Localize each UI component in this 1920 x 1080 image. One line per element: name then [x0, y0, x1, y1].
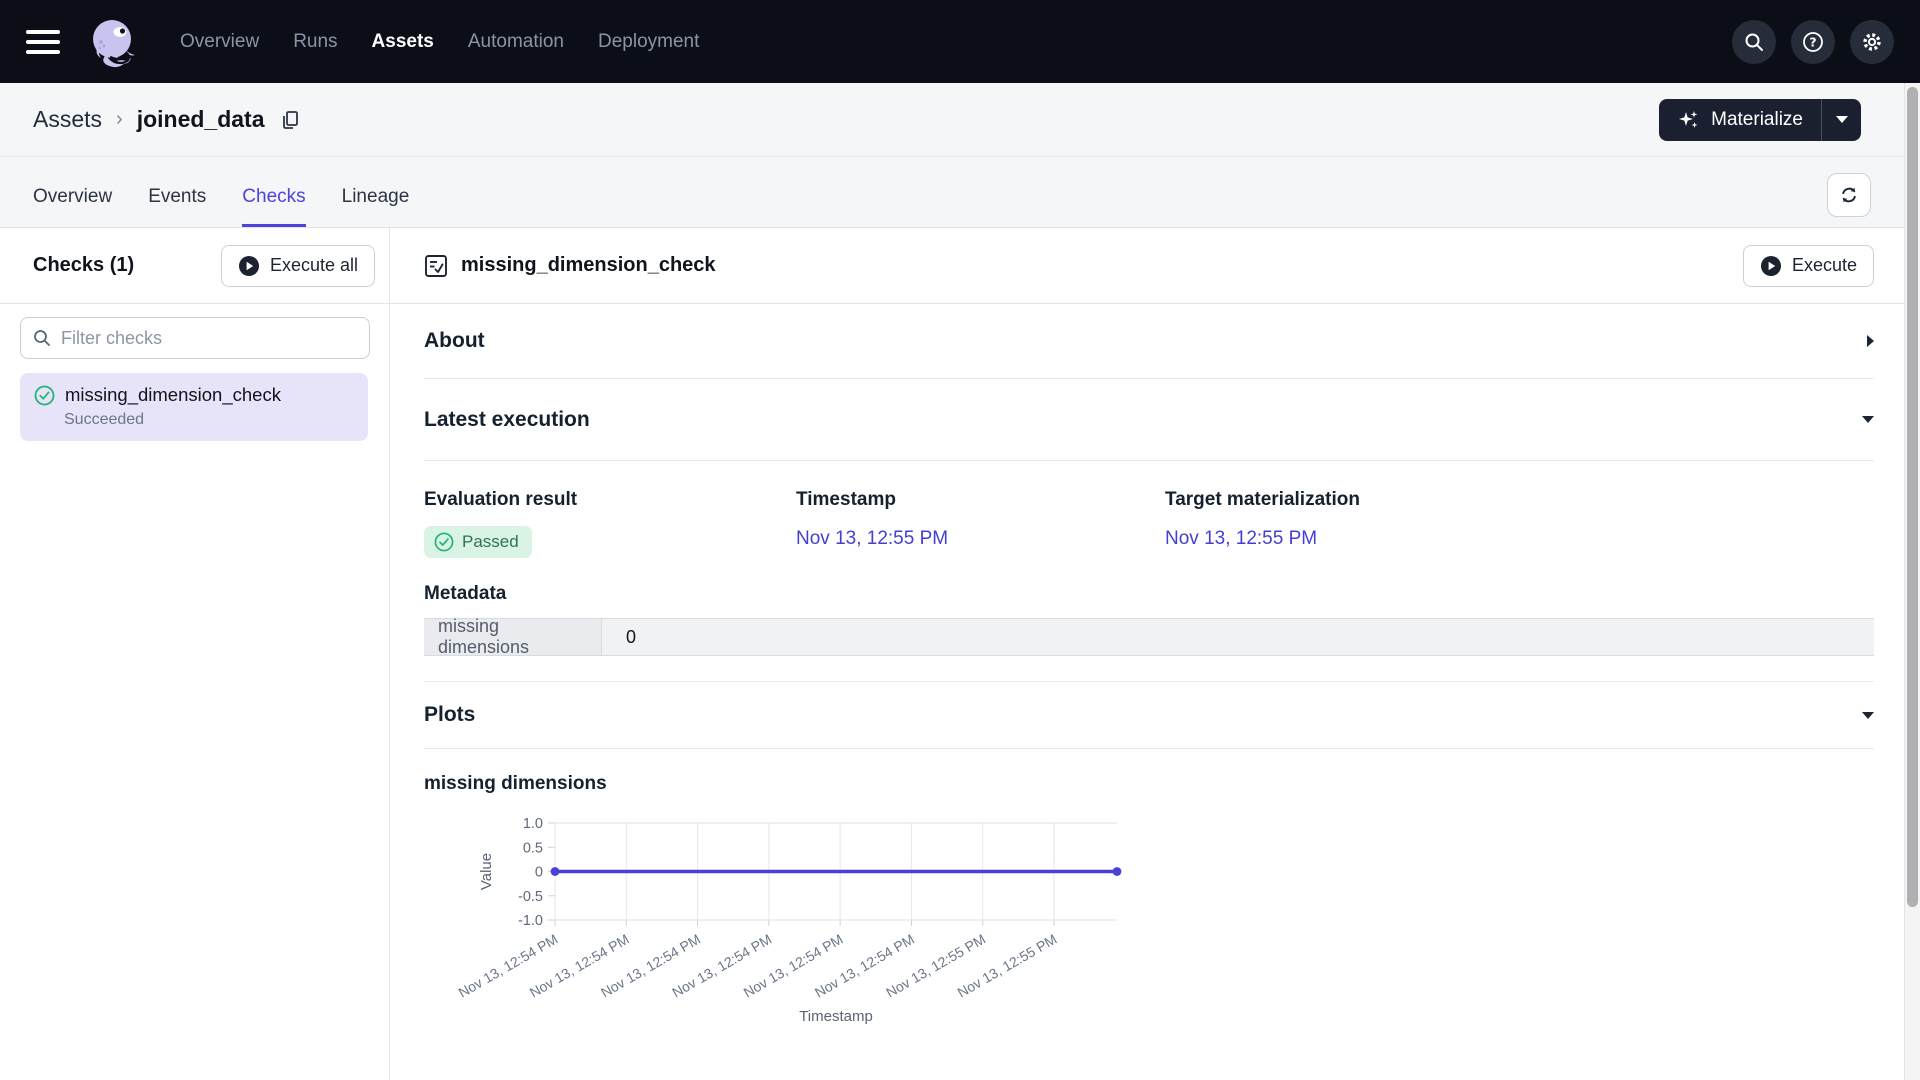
sparkles-icon — [1677, 108, 1701, 132]
svg-text:0.5: 0.5 — [523, 840, 543, 856]
check-title: missing_dimension_check — [461, 254, 716, 277]
breadcrumb: Assets › joined_data Materialize — [0, 83, 1920, 157]
nav-item-deployment[interactable]: Deployment — [598, 31, 699, 53]
tab-overview[interactable]: Overview — [33, 186, 112, 227]
metadata-table: missing dimensions 0 — [424, 618, 1874, 656]
status-badge: Passed — [424, 526, 532, 558]
latest-execution-heading: Latest execution — [424, 408, 590, 432]
refresh-button[interactable] — [1827, 173, 1871, 217]
line-chart-svg: 1.00.50-0.5-1.0Nov 13, 12:54 PMNov 13, 1… — [424, 809, 1204, 1044]
settings-button[interactable] — [1850, 20, 1894, 64]
check-success-icon — [434, 532, 454, 552]
materialize-label: Materialize — [1711, 109, 1803, 131]
check-success-icon — [34, 385, 55, 406]
svg-text:1.0: 1.0 — [523, 816, 543, 832]
materialize-dropdown-button[interactable] — [1821, 99, 1861, 141]
chevron-down-icon — [1862, 416, 1874, 423]
timestamp-label: Timestamp — [796, 489, 1165, 511]
help-icon: ? — [1801, 30, 1825, 54]
checks-sidebar: Checks (1) Execute all m — [0, 228, 390, 1080]
execute-button[interactable]: Execute — [1743, 245, 1874, 287]
search-button[interactable] — [1732, 20, 1776, 64]
nav-item-overview[interactable]: Overview — [180, 31, 259, 53]
about-heading: About — [424, 329, 485, 353]
nav-item-automation[interactable]: Automation — [468, 31, 564, 53]
search-icon — [1743, 31, 1765, 53]
gear-icon — [1860, 30, 1884, 54]
page-header: Assets › joined_data Materialize — [0, 83, 1920, 228]
metadata-value: 0 — [602, 619, 1874, 655]
execute-label: Execute — [1792, 255, 1857, 276]
copy-icon — [279, 109, 301, 131]
section-latest-execution[interactable]: Latest execution — [424, 379, 1874, 461]
metadata-key: missing dimensions — [424, 619, 602, 655]
page-title: joined_data — [137, 106, 265, 133]
x-axis-title: Timestamp — [799, 1008, 873, 1025]
latest-execution-body: Evaluation result Passed Timestamp Nov 1… — [424, 461, 1874, 682]
execute-all-button[interactable]: Execute all — [221, 245, 375, 287]
chevron-down-icon — [1836, 116, 1848, 123]
section-about[interactable]: About — [424, 304, 1874, 379]
execute-all-label: Execute all — [270, 255, 358, 276]
svg-text:0: 0 — [535, 865, 543, 881]
nav-item-assets[interactable]: Assets — [372, 31, 434, 53]
metadata-heading: Metadata — [424, 583, 1874, 605]
timestamp-link[interactable]: Nov 13, 12:55 PM — [796, 528, 1165, 550]
plot-title: missing dimensions — [424, 773, 1874, 795]
filter-checks-input[interactable] — [20, 317, 370, 359]
check-list-item[interactable]: missing_dimension_check Succeeded — [20, 373, 368, 441]
section-plots[interactable]: Plots — [424, 682, 1874, 749]
breadcrumb-separator: › — [116, 108, 123, 131]
target-materialization-link[interactable]: Nov 13, 12:55 PM — [1165, 528, 1360, 550]
nav-item-runs[interactable]: Runs — [293, 31, 337, 53]
vertical-scrollbar-track[interactable] — [1904, 83, 1920, 1080]
check-item-name: missing_dimension_check — [65, 384, 281, 406]
evaluation-result-label: Evaluation result — [424, 489, 796, 511]
search-icon — [32, 328, 52, 348]
chevron-right-icon — [1867, 335, 1874, 347]
svg-text:?: ? — [1809, 34, 1816, 49]
tab-events[interactable]: Events — [148, 186, 206, 227]
check-detail-panel: missing_dimension_check Execute About La… — [390, 228, 1920, 1080]
chevron-down-icon — [1862, 712, 1874, 719]
hamburger-menu-icon[interactable] — [26, 30, 60, 54]
plots-body: missing dimensions 1.00.50-0.5-1.0Nov 13… — [424, 749, 1874, 1049]
asset-tabs: Overview Events Checks Lineage — [0, 157, 1920, 228]
check-square-icon — [424, 254, 448, 278]
play-circle-icon — [238, 255, 260, 277]
plots-heading: Plots — [424, 703, 475, 727]
materialize-button[interactable]: Materialize — [1659, 99, 1861, 141]
status-badge-label: Passed — [462, 532, 519, 552]
tab-lineage[interactable]: Lineage — [342, 186, 410, 227]
checks-count-title: Checks (1) — [33, 254, 134, 277]
y-axis-title: Value — [478, 853, 495, 890]
help-button[interactable]: ? — [1791, 20, 1835, 64]
target-materialization-label: Target materialization — [1165, 489, 1360, 511]
primary-nav: Overview Runs Assets Automation Deployme… — [180, 31, 699, 53]
vertical-scrollbar-thumb[interactable] — [1907, 87, 1918, 907]
play-circle-icon — [1760, 255, 1782, 277]
top-nav: Overview Runs Assets Automation Deployme… — [0, 0, 1920, 83]
plot-point-last — [1113, 867, 1122, 876]
tab-checks[interactable]: Checks — [242, 186, 305, 227]
refresh-icon — [1839, 185, 1859, 205]
svg-text:-1.0: -1.0 — [518, 913, 543, 929]
dagster-logo-icon[interactable] — [86, 15, 140, 69]
svg-text:-0.5: -0.5 — [518, 889, 543, 905]
copy-asset-name-button[interactable] — [279, 109, 301, 131]
missing-dimensions-chart: 1.00.50-0.5-1.0Nov 13, 12:54 PMNov 13, 1… — [424, 809, 1874, 1049]
plot-point-first — [551, 867, 560, 876]
check-item-status: Succeeded — [64, 411, 354, 429]
breadcrumb-assets-link[interactable]: Assets — [33, 106, 102, 133]
